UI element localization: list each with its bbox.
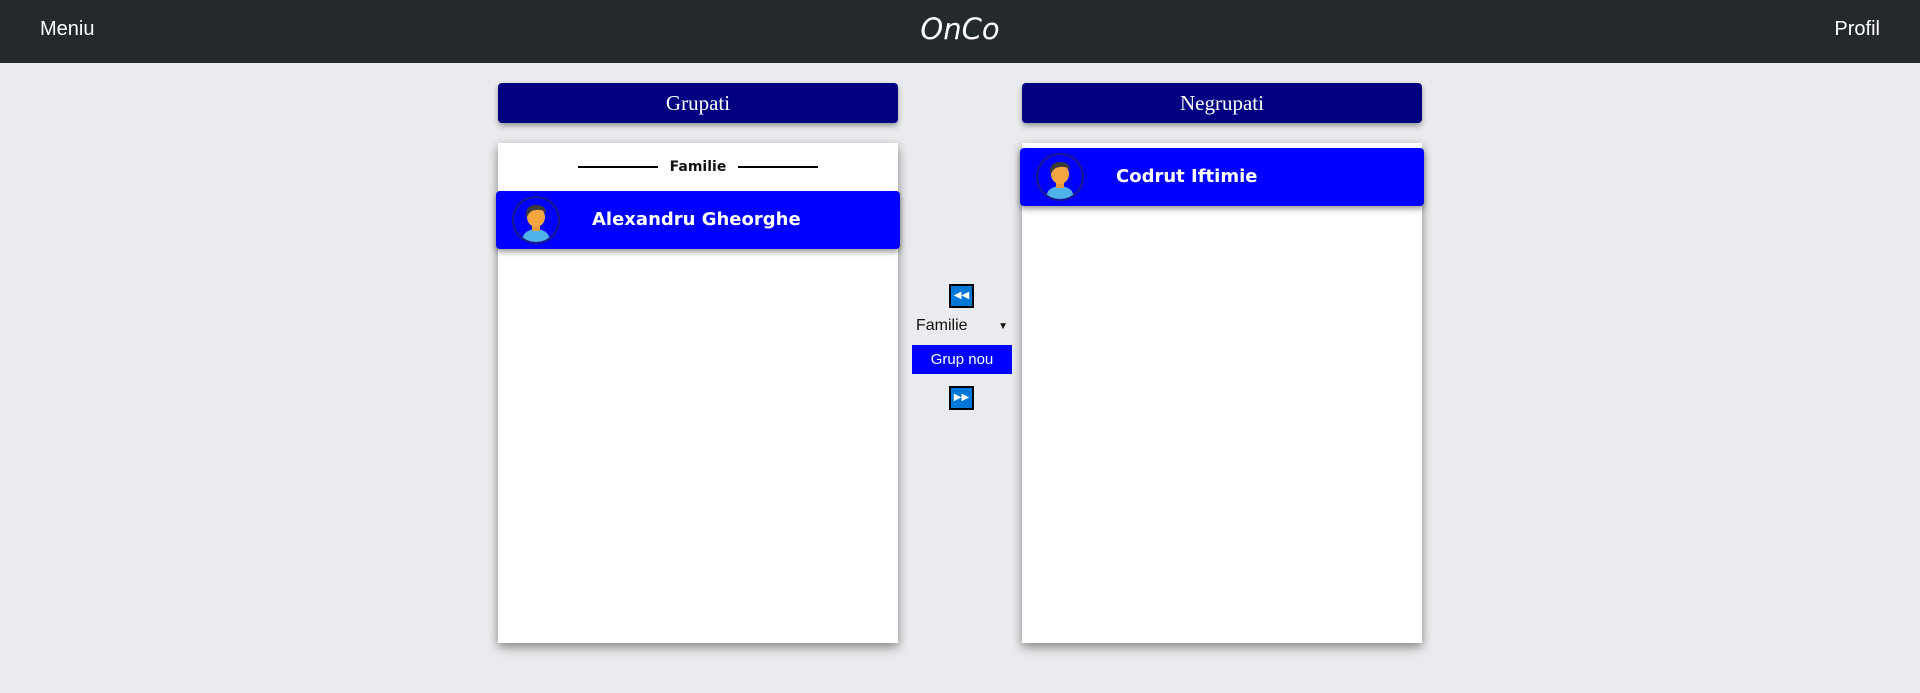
move-to-ungrouped-button[interactable]: ▶▶ — [949, 386, 974, 410]
contact-name: Codrut Iftimie — [1116, 166, 1258, 187]
menu-link[interactable]: Meniu — [40, 18, 94, 41]
user-avatar-icon — [1036, 153, 1084, 201]
contact-name: Alexandru Gheorghe — [592, 209, 801, 230]
brand-logo[interactable]: OnCo — [920, 12, 999, 46]
grouped-panel: Familie Alexandru Gheorghe — [496, 143, 900, 643]
move-to-group-button[interactable]: ◀◀ — [949, 284, 974, 308]
double-left-arrow-icon: ◀◀ — [953, 290, 970, 301]
ungrouped-header: Negrupati — [1022, 83, 1422, 123]
contact-card[interactable]: Codrut Iftimie — [1020, 148, 1424, 206]
user-avatar-icon — [512, 196, 560, 244]
grouped-header: Grupati — [498, 83, 898, 123]
profile-link[interactable]: Profil — [1834, 18, 1880, 41]
divider — [738, 166, 819, 168]
group-select-value: Familie — [916, 317, 968, 334]
divider — [577, 166, 658, 168]
group-title: Familie — [498, 157, 898, 177]
chevron-down-icon: ▼ — [998, 320, 1008, 332]
contact-card[interactable]: Alexandru Gheorghe — [496, 191, 900, 249]
ungrouped-panel: Codrut Iftimie — [1020, 143, 1424, 643]
double-right-arrow-icon: ▶▶ — [953, 392, 970, 403]
group-select[interactable]: Familie ▼ — [912, 314, 1012, 338]
top-navbar: Meniu OnCo Profil — [0, 0, 1920, 63]
group-title-label: Familie — [669, 159, 727, 175]
new-group-button[interactable]: Grup nou — [912, 345, 1012, 374]
